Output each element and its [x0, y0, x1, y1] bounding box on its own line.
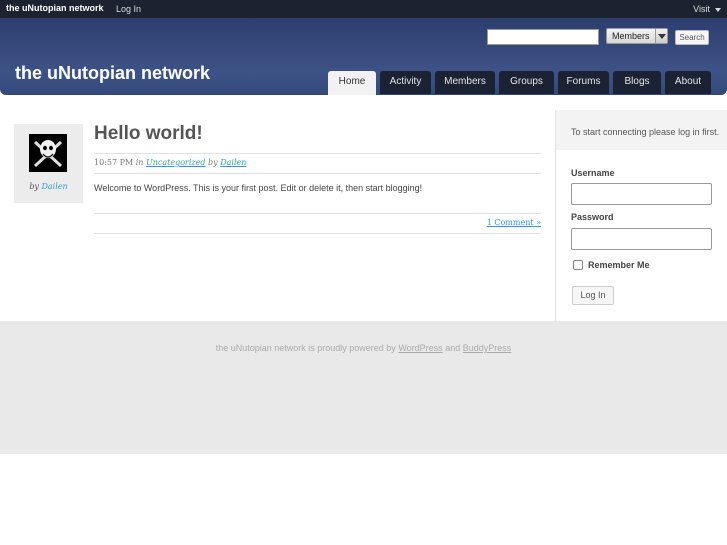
username-label: Username: [571, 168, 615, 178]
post-body: Welcome to WordPress. This is your first…: [94, 183, 423, 193]
admin-bar-login-link[interactable]: Log In: [116, 4, 141, 14]
tab-about[interactable]: About: [665, 71, 711, 94]
site-footer: the uNutopian network is proudly powered…: [0, 321, 727, 454]
post-time: 10:57 PM: [94, 158, 134, 167]
admin-bar-site-name[interactable]: the uNutopian network: [6, 3, 104, 13]
admin-bar: the uNutopian network Log In Visit: [0, 0, 727, 18]
visit-label: Visit: [693, 4, 710, 14]
password-field[interactable]: [571, 228, 712, 250]
search-input[interactable]: [487, 29, 599, 45]
site-title[interactable]: the uNutopian network: [15, 63, 210, 84]
tab-forums[interactable]: Forums: [558, 71, 609, 94]
footer-and: and: [445, 343, 461, 353]
post-author-link[interactable]: Dailen: [220, 158, 246, 167]
tab-blogs[interactable]: Blogs: [613, 71, 661, 94]
login-button[interactable]: Log In: [572, 286, 614, 305]
comments-link[interactable]: 1 Comment »: [487, 218, 541, 227]
post-title[interactable]: Hello world!: [94, 123, 203, 145]
avatar[interactable]: [29, 134, 67, 172]
search-scope-select[interactable]: Members: [606, 28, 668, 44]
divider: [94, 213, 541, 214]
post-in-word: in: [135, 158, 144, 167]
footer-text: the uNutopian network is proudly powered…: [0, 343, 727, 353]
login-sidebar: To start connecting please log in first.…: [555, 110, 727, 321]
tab-activity[interactable]: Activity: [380, 71, 431, 94]
username-field[interactable]: [571, 183, 712, 205]
post-by-word: by: [208, 158, 218, 167]
tab-home[interactable]: Home: [328, 71, 376, 95]
author-box: by Dailen: [14, 124, 83, 203]
search-button[interactable]: Search: [675, 30, 709, 45]
dropdown-arrow-icon: [655, 29, 667, 43]
avatar-author-link[interactable]: Dailen: [42, 182, 68, 191]
divider: [94, 153, 541, 154]
wordpress-link[interactable]: WordPress: [398, 343, 442, 353]
buddypress-link[interactable]: BuddyPress: [463, 343, 512, 353]
avatar-byline: by Dailen: [14, 182, 83, 191]
password-label: Password: [571, 212, 614, 222]
chevron-down-icon: [715, 7, 721, 12]
tab-members[interactable]: Members: [435, 71, 495, 94]
search-scope-selected: Members: [612, 31, 650, 41]
admin-bar-visit-menu[interactable]: Visit: [693, 4, 721, 14]
divider: [94, 233, 541, 234]
remember-me-label[interactable]: Remember Me: [588, 260, 650, 270]
main-content: by Dailen Hello world! 10:57 PM in Uncat…: [0, 110, 727, 321]
footer-prefix: the uNutopian network is proudly powered…: [215, 343, 396, 353]
remember-me-checkbox[interactable]: [573, 260, 583, 270]
tab-groups[interactable]: Groups: [499, 71, 554, 94]
post-meta: 10:57 PM in Uncategorized by Dailen: [94, 158, 246, 167]
category-link[interactable]: Uncategorized: [146, 158, 205, 167]
divider: [94, 173, 541, 174]
login-intro-text: To start connecting please log in first.: [571, 127, 720, 137]
skull-crossbones-icon: [29, 134, 67, 172]
avatar-by-word: by: [29, 182, 39, 191]
site-header: the uNutopian network Members Search Hom…: [0, 18, 727, 95]
